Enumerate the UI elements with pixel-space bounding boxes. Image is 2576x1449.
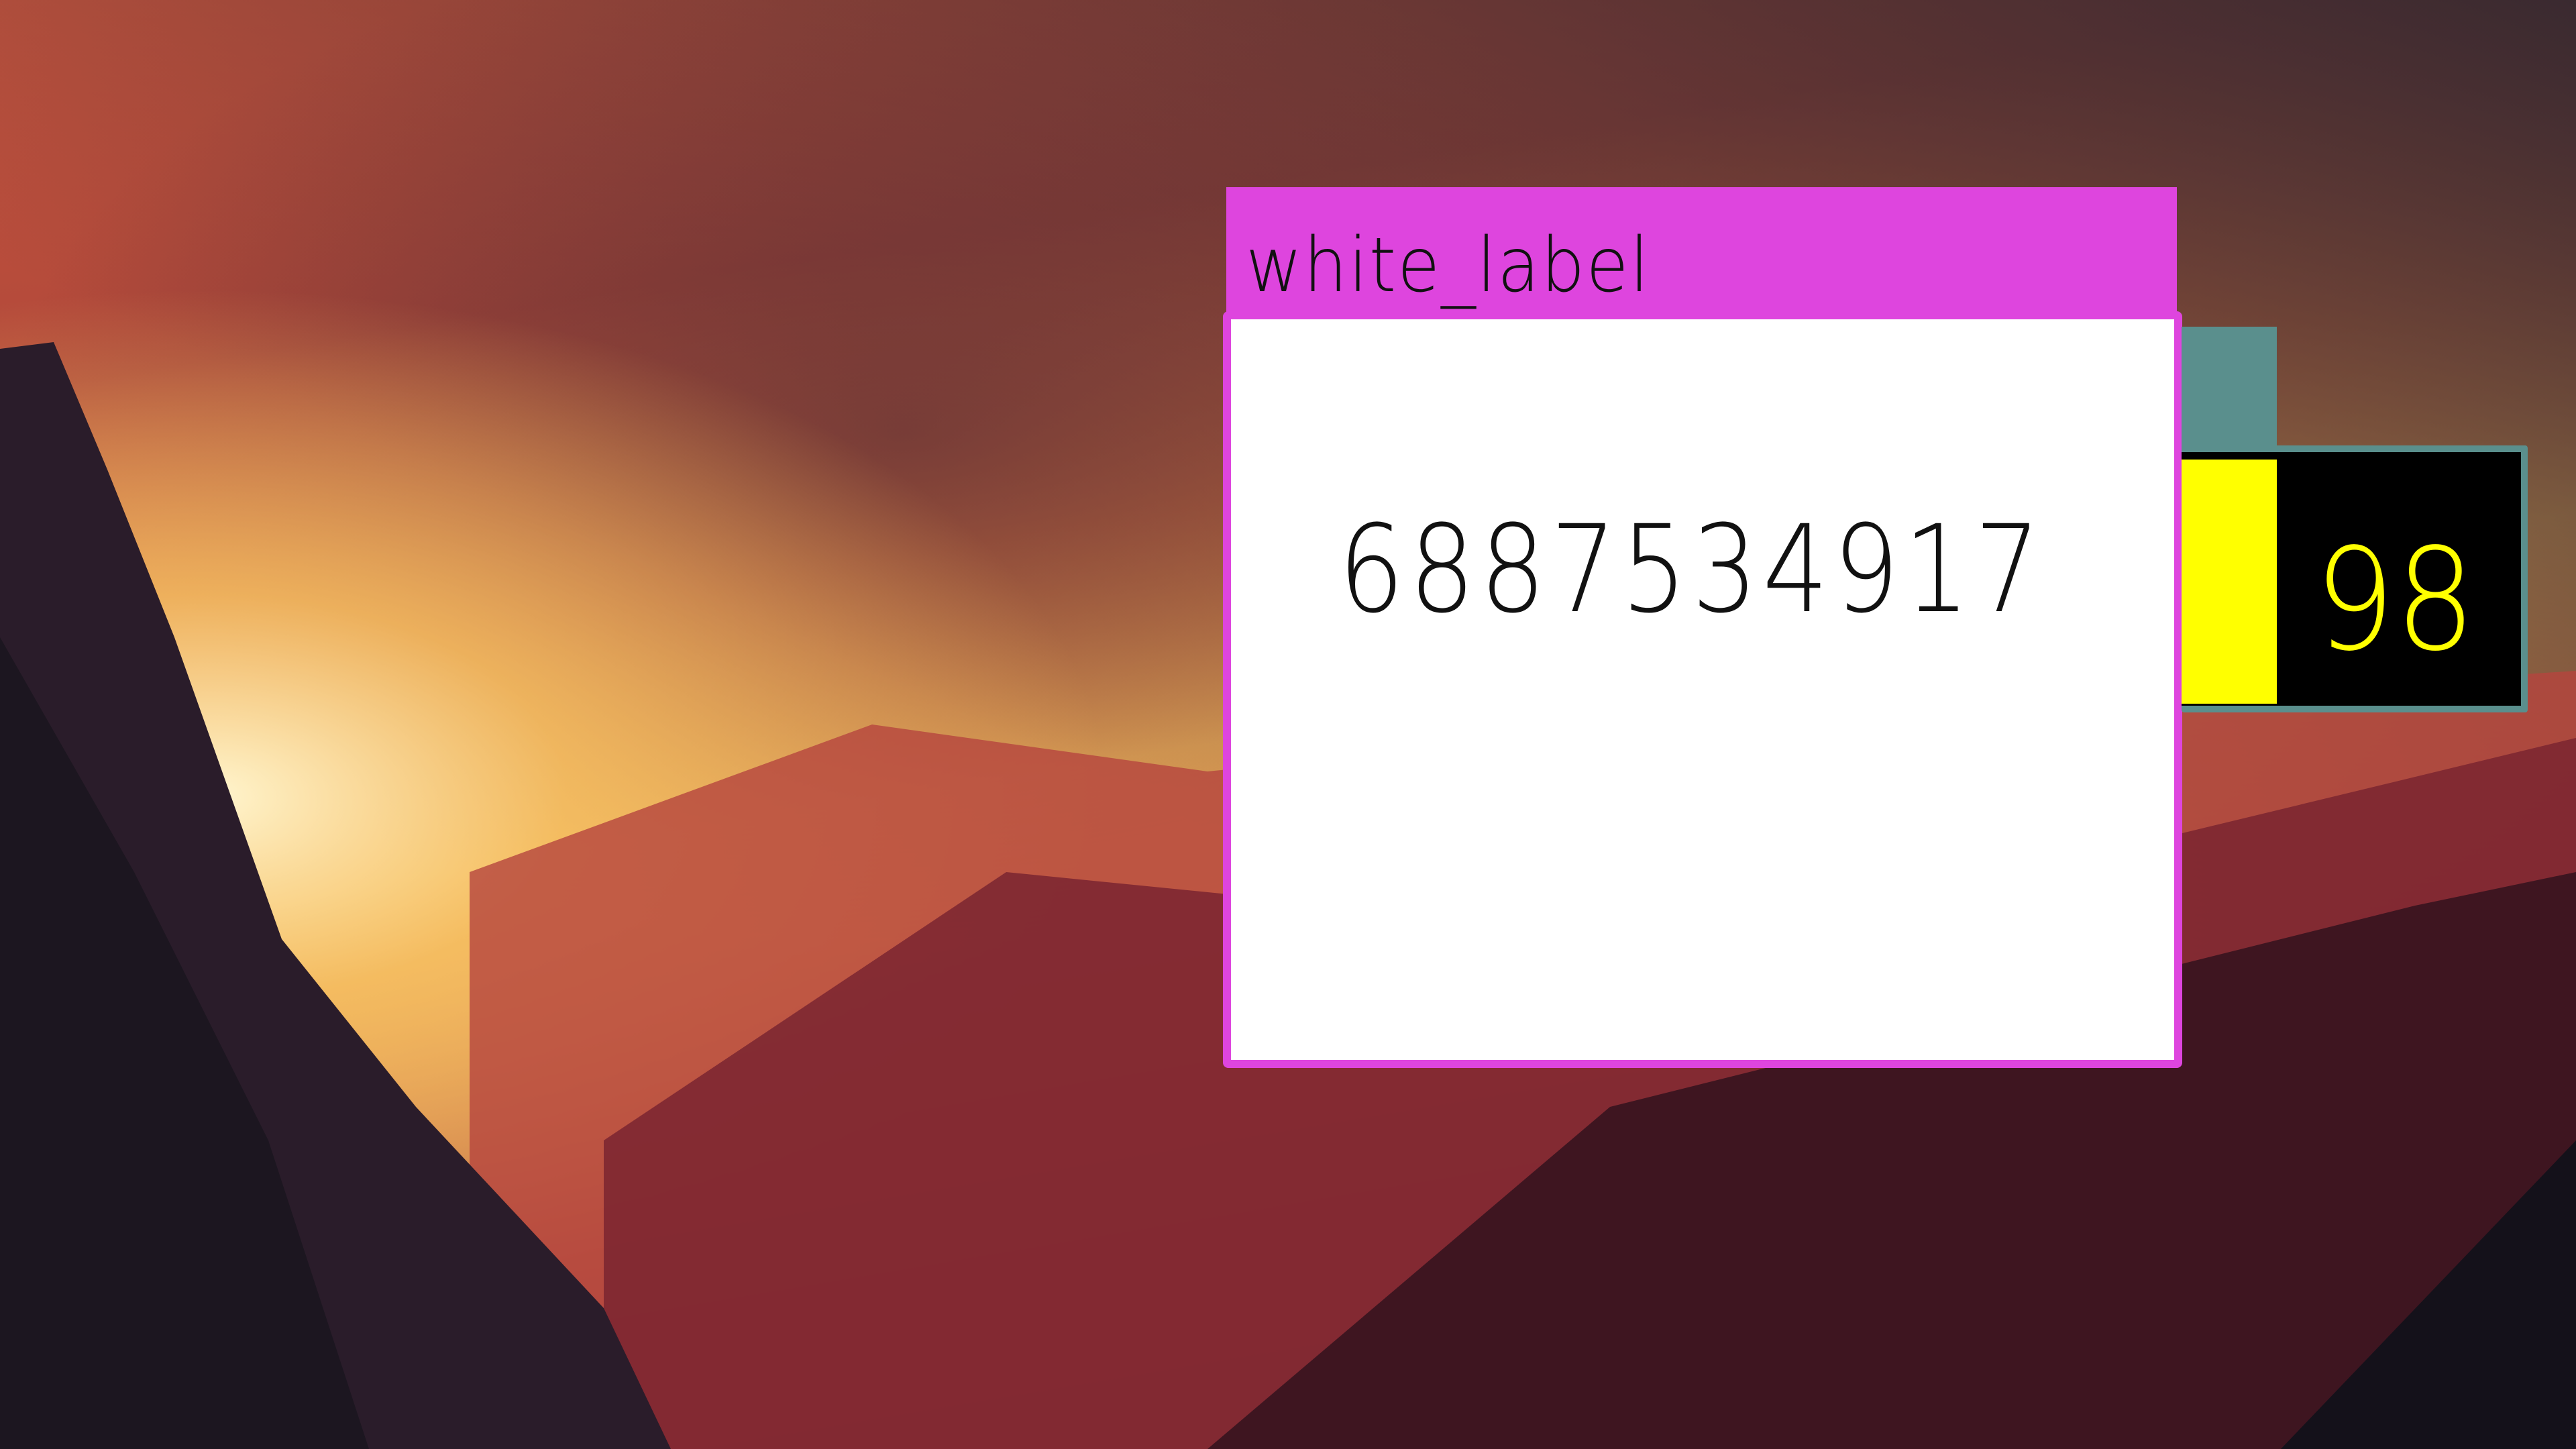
side-window-value: 98 [2314, 518, 2476, 682]
side-window-title-bar[interactable] [2182, 327, 2277, 447]
main-window[interactable] [1223, 311, 2182, 1068]
main-window-title: white_label [1246, 222, 1650, 309]
main-window-value: 6887534917 [1338, 500, 2045, 640]
color-swatch [2182, 460, 2277, 704]
